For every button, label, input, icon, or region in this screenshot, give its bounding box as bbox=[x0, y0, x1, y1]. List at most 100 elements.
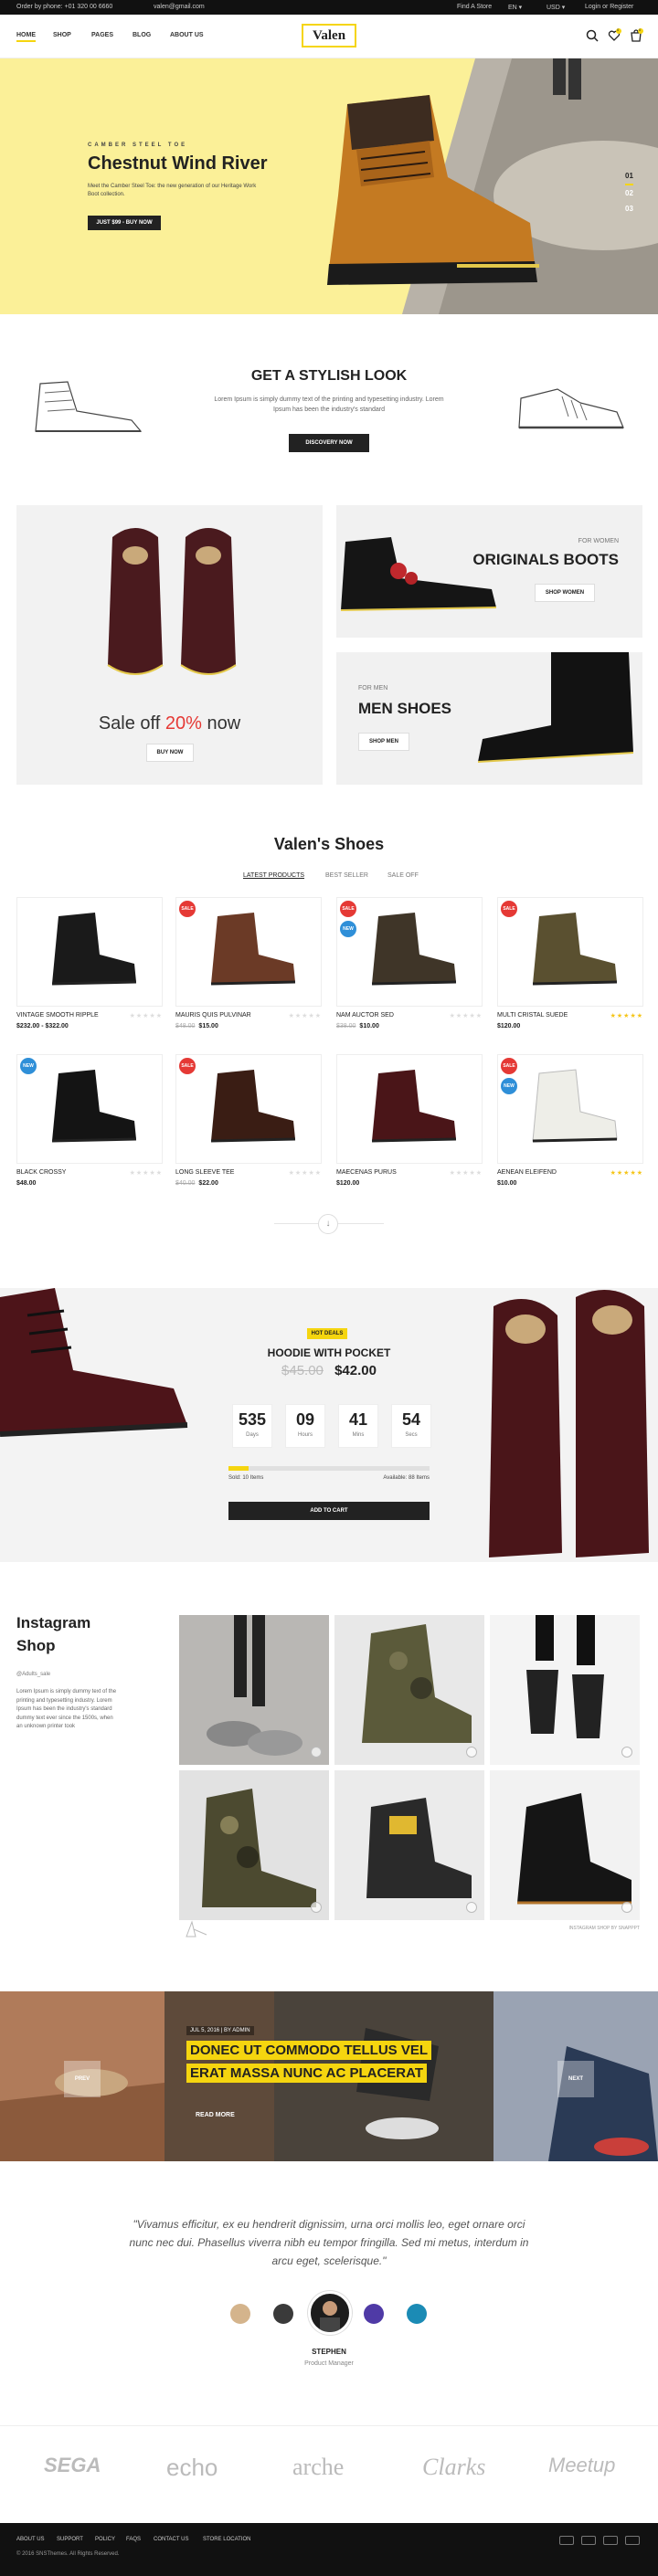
wishlist-icon[interactable]: 0 bbox=[607, 27, 621, 43]
avatar-1[interactable] bbox=[230, 2304, 250, 2324]
footer: ABOUT US SUPPORT POLICY FAQS CONTACT US … bbox=[0, 2523, 658, 2576]
slide-dot-1[interactable]: 01 bbox=[625, 168, 633, 185]
instagram-photo-6[interactable] bbox=[490, 1770, 640, 1920]
discovery-button[interactable]: DISCOVERY NOW bbox=[289, 434, 369, 452]
language-select[interactable]: EN ▾ bbox=[508, 4, 522, 11]
product-card[interactable]: SALE NEW NAM AUCTOR SED $38.00 $10.00 ★★★★★ bbox=[336, 897, 483, 1050]
footer-link-faqs[interactable]: FAQS bbox=[126, 2537, 141, 2542]
email-link[interactable]: valen@gmail.com bbox=[154, 4, 205, 10]
product-image[interactable] bbox=[175, 1054, 322, 1164]
product-name[interactable]: BLACK CROSSY bbox=[16, 1169, 66, 1176]
product-name[interactable]: MAURIS QUIS PULVINAR bbox=[175, 1012, 251, 1019]
nav-pages[interactable]: PAGES bbox=[91, 32, 113, 38]
women-boot-image bbox=[340, 537, 497, 611]
product-card[interactable]: MAECENAS PURUS $120.00 ★★★★★ bbox=[336, 1054, 483, 1208]
blog-title-text[interactable]: DONEC UT COMMODO TELLUS VEL ERAT MASSA N… bbox=[186, 2041, 431, 2083]
amex-icon bbox=[625, 2536, 640, 2545]
site-logo[interactable]: Valen bbox=[302, 24, 356, 48]
footer-link-about[interactable]: ABOUT US bbox=[16, 2537, 45, 2542]
avatar-2[interactable] bbox=[273, 2304, 293, 2324]
slide-dot-3[interactable]: 03 bbox=[625, 201, 633, 216]
tab-latest-products[interactable]: LATEST PRODUCTS bbox=[243, 872, 304, 879]
brand-sega[interactable]: SEGA bbox=[44, 2454, 101, 2477]
product-name[interactable]: AENEAN ELEIFEND bbox=[497, 1169, 557, 1176]
product-image[interactable] bbox=[16, 897, 163, 1007]
blog-read-more[interactable]: READ MORE bbox=[196, 2112, 235, 2118]
blog-main-slide[interactable]: JUL 5, 2016 | BY ADMIN DONEC UT COMMODO … bbox=[164, 1991, 494, 2161]
product-image[interactable] bbox=[497, 1054, 643, 1164]
add-to-cart-button[interactable]: ADD TO CART bbox=[228, 1502, 430, 1520]
star-icon: ★ bbox=[149, 1013, 156, 1019]
instagram-photo-4[interactable] bbox=[179, 1770, 329, 1920]
login-link[interactable]: Login or Register bbox=[585, 4, 633, 10]
footer-link-policy[interactable]: POLICY bbox=[95, 2537, 115, 2542]
currency-select[interactable]: USD ▾ bbox=[547, 4, 565, 11]
brand-arche[interactable]: arche bbox=[292, 2454, 344, 2481]
blog-next-slide[interactable]: NEXT bbox=[494, 1991, 658, 2161]
product-card[interactable]: SALE MULTI CRISTAL SUEDE $120.00 ★★★★★ bbox=[497, 897, 643, 1050]
product-image[interactable] bbox=[336, 1054, 483, 1164]
product-old-price: $48.00 bbox=[175, 1023, 196, 1029]
footer-link-contact[interactable]: CONTACT US bbox=[154, 2537, 188, 2542]
sale-banner[interactable]: Sale off 20% now BUY NOW bbox=[16, 505, 323, 785]
slide-dot-2[interactable]: 02 bbox=[625, 185, 633, 201]
men-banner[interactable]: FOR MEN MEN SHOES SHOP MEN bbox=[336, 652, 642, 785]
shop-men-button[interactable]: SHOP MEN bbox=[358, 733, 409, 751]
load-more-icon[interactable]: ↓ bbox=[318, 1214, 338, 1234]
star-icon: ★ bbox=[288, 1013, 295, 1019]
product-price: $120.00 bbox=[336, 1180, 359, 1187]
blog-title: DONEC UT COMMODO TELLUS VEL ERAT MASSA N… bbox=[186, 2039, 451, 2085]
product-image[interactable] bbox=[336, 897, 483, 1007]
product-name[interactable]: LONG SLEEVE TEE bbox=[175, 1169, 234, 1176]
shop-women-button[interactable]: SHOP WOMEN bbox=[535, 584, 595, 602]
product-card[interactable]: VINTAGE SMOOTH RIPPLE $232.00 - $322.00 ★★… bbox=[16, 897, 163, 1050]
brand-clarks[interactable]: Clarks bbox=[422, 2454, 485, 2481]
footer-link-store[interactable]: STORE LOCATION bbox=[203, 2537, 250, 2542]
brand-echo[interactable]: echo bbox=[166, 2454, 218, 2482]
cart-icon[interactable]: 0 bbox=[629, 27, 643, 43]
product-image[interactable] bbox=[497, 897, 643, 1007]
search-icon[interactable] bbox=[585, 28, 600, 43]
instagram-photo-2[interactable] bbox=[334, 1615, 484, 1765]
nav-about-us[interactable]: ABOUT US bbox=[170, 32, 204, 38]
product-name[interactable]: NAM AUCTOR SED bbox=[336, 1012, 394, 1019]
nav-shop[interactable]: SHOP bbox=[53, 32, 71, 38]
blog-prev-button[interactable]: PREV bbox=[64, 2061, 101, 2097]
avatar-active[interactable] bbox=[308, 2291, 352, 2335]
nav-home[interactable]: HOME bbox=[16, 32, 36, 42]
nav-blog[interactable]: BLOG bbox=[133, 32, 151, 38]
product-name[interactable]: MULTI CRISTAL SUEDE bbox=[497, 1012, 568, 1019]
avatar-5[interactable] bbox=[407, 2304, 427, 2324]
countdown-value: 54 bbox=[401, 1410, 421, 1429]
instagram-photo-5[interactable] bbox=[334, 1770, 484, 1920]
new-badge: NEW bbox=[501, 1078, 517, 1094]
product-name[interactable]: VINTAGE SMOOTH RIPPLE bbox=[16, 1012, 99, 1019]
footer-link-support[interactable]: SUPPORT bbox=[57, 2537, 83, 2542]
product-image[interactable] bbox=[16, 1054, 163, 1164]
hero-boot-image bbox=[327, 95, 539, 285]
tab-sale-off[interactable]: SALE OFF bbox=[387, 872, 419, 879]
find-store-link[interactable]: Find A Store bbox=[457, 4, 492, 10]
product-name[interactable]: MAECENAS PURUS bbox=[336, 1169, 397, 1176]
hero-slider: CAMBER STEEL TOE Chestnut Wind River Mee… bbox=[0, 58, 658, 314]
product-card[interactable]: NEW BLACK CROSSY $48.00 ★★★★★ bbox=[16, 1054, 163, 1208]
tab-best-seller[interactable]: BEST SELLER bbox=[325, 872, 368, 879]
blog-prev-slide[interactable]: PREV bbox=[0, 1991, 164, 2161]
instagram-photo-3[interactable] bbox=[490, 1615, 640, 1765]
instagram-handle[interactable]: @Adults_sale bbox=[16, 1672, 50, 1677]
sale-buy-button[interactable]: BUY NOW bbox=[146, 744, 194, 762]
product-card[interactable]: SALE LONG SLEEVE TEE $40.00 $22.00 ★★★★★ bbox=[175, 1054, 322, 1208]
product-card[interactable]: SALE MAURIS QUIS PULVINAR $48.00 $15.00 ★★★★… bbox=[175, 897, 322, 1050]
instagram-photo-1[interactable] bbox=[179, 1615, 329, 1765]
brand-meetup[interactable]: Meetup bbox=[548, 2454, 615, 2477]
blog-next-button[interactable]: NEXT bbox=[557, 2061, 594, 2097]
women-banner[interactable]: FOR WOMEN ORIGINALS BOOTS SHOP WOMEN bbox=[336, 505, 642, 638]
product-rating: ★★★★★ bbox=[289, 1169, 322, 1177]
products-title: Valen's Shoes bbox=[273, 835, 385, 853]
product-image[interactable] bbox=[175, 897, 322, 1007]
product-card[interactable]: SALE NEW AENEAN ELEIFEND $10.00 ★★★★★ bbox=[497, 1054, 643, 1208]
blog-author: BY ADMIN bbox=[224, 2028, 250, 2033]
hero-buy-button[interactable]: JUST $99 - BUY NOW bbox=[88, 216, 161, 230]
instagram-icon bbox=[621, 1747, 632, 1758]
avatar-4[interactable] bbox=[364, 2304, 384, 2324]
